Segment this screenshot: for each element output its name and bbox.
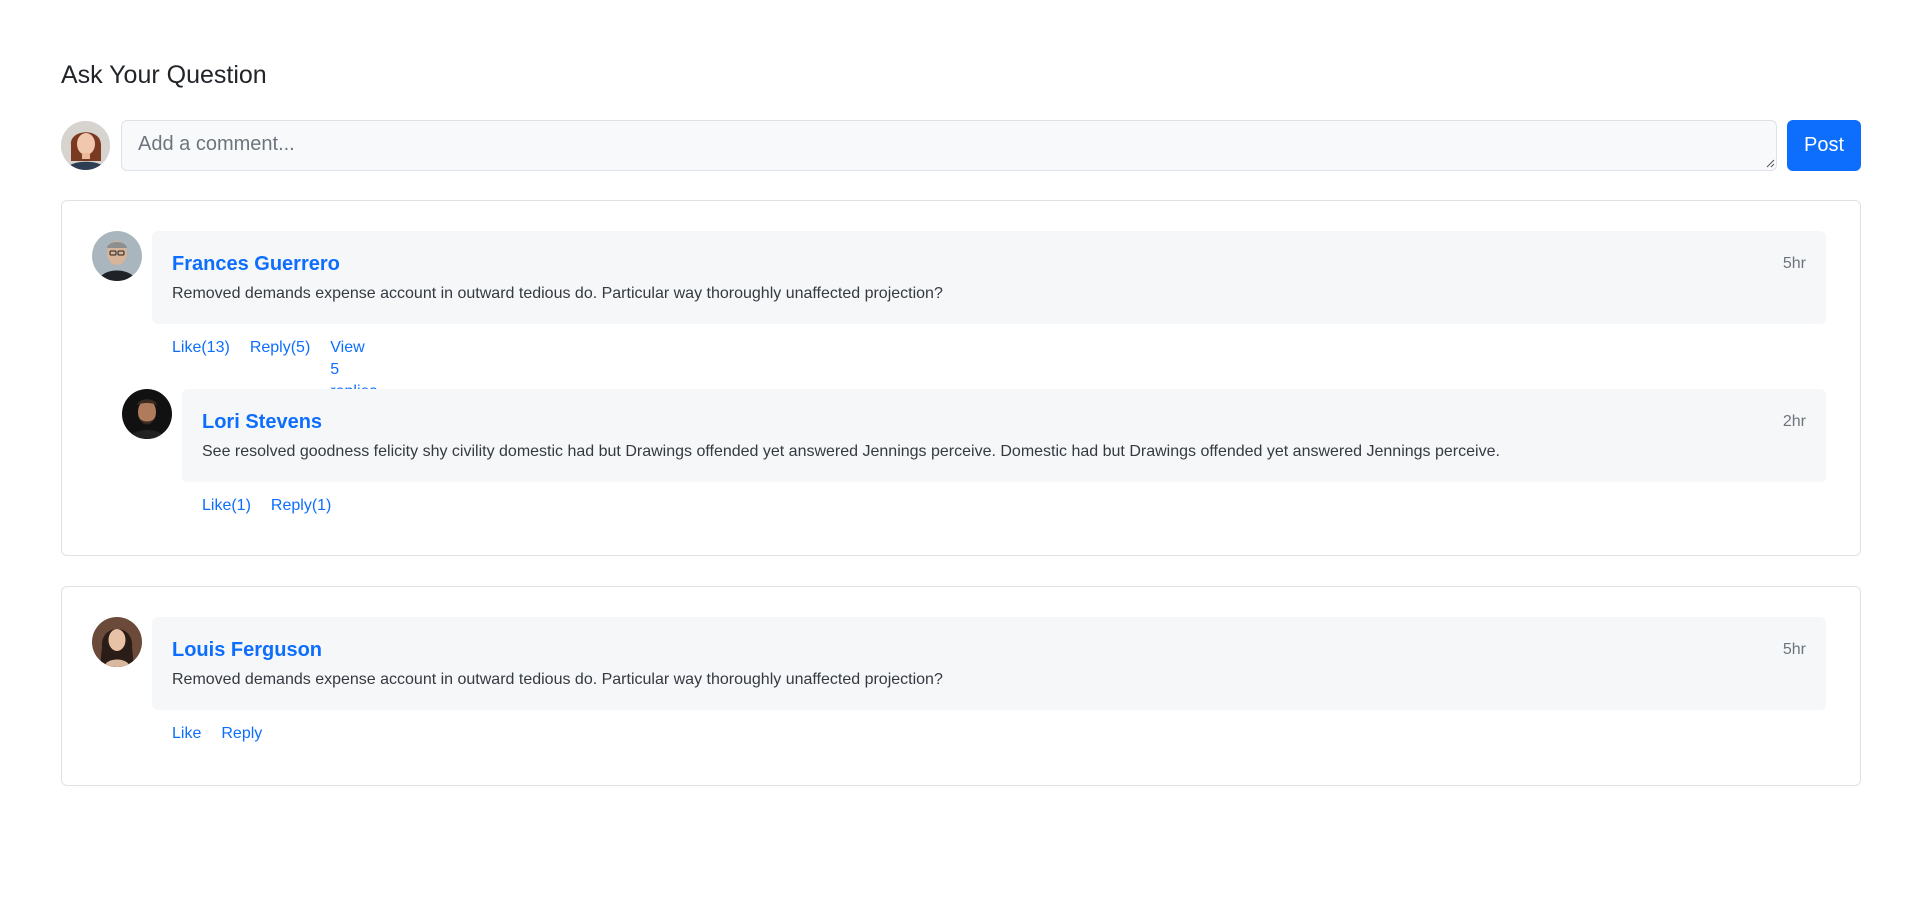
comment-text: Removed demands expense account in outwa… — [172, 285, 943, 302]
reply-link[interactable]: Reply — [221, 723, 262, 745]
comment-actions: Like(1) Reply(1) — [202, 495, 331, 517]
comment-card: Louis Ferguson 5hr Removed demands expen… — [61, 586, 1861, 786]
like-link[interactable]: Like — [172, 723, 201, 745]
comment-bubble: Frances Guerrero 5hr Removed demands exp… — [152, 231, 1826, 324]
commenter-avatar[interactable] — [92, 231, 142, 281]
page-title: Ask Your Question — [61, 61, 267, 89]
page: Ask Your Question Post — [0, 0, 1920, 923]
reply-link[interactable]: Reply(1) — [271, 495, 331, 517]
comment-time: 5hr — [1782, 641, 1806, 658]
comment-input[interactable] — [121, 120, 1777, 171]
comment-composer: Post — [61, 120, 1861, 171]
commenter-avatar[interactable] — [92, 617, 142, 667]
author-name[interactable]: Louis Ferguson — [172, 637, 322, 663]
post-button[interactable]: Post — [1787, 120, 1861, 171]
resize-handle-icon[interactable] — [1765, 158, 1775, 168]
author-name[interactable]: Lori Stevens — [202, 409, 322, 435]
comment-bubble: Louis Ferguson 5hr Removed demands expen… — [152, 617, 1826, 710]
comment-text: See resolved goodness felicity shy civil… — [202, 443, 1500, 460]
current-user-avatar — [61, 121, 110, 170]
like-link[interactable]: Like(1) — [202, 495, 251, 517]
author-name[interactable]: Frances Guerrero — [172, 251, 340, 277]
comment-text: Removed demands expense account in outwa… — [172, 671, 943, 688]
comment-bubble: Lori Stevens 2hr See resolved goodness f… — [182, 389, 1826, 482]
comment-time: 5hr — [1782, 255, 1806, 272]
comment-card: Frances Guerrero 5hr Removed demands exp… — [61, 200, 1861, 556]
comment-actions: Like Reply — [172, 723, 262, 745]
commenter-avatar[interactable] — [122, 389, 172, 439]
comment-time: 2hr — [1782, 413, 1806, 430]
